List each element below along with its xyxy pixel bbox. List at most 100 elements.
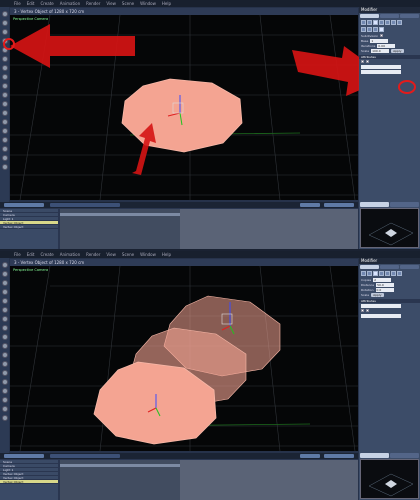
menu-animation[interactable]: Animation	[60, 251, 80, 258]
gear-icon[interactable]	[1, 262, 8, 268]
keyframe-bar[interactable]	[60, 213, 180, 216]
tool-icon[interactable]	[1, 406, 8, 412]
tool-icon[interactable]	[1, 101, 8, 107]
timeline-ruler[interactable]	[50, 203, 120, 207]
value-field[interactable]: 50.0	[376, 282, 395, 287]
tool-icon[interactable]	[1, 397, 8, 403]
timeline-track[interactable]	[60, 460, 358, 500]
menu-create[interactable]: Create	[40, 0, 53, 7]
list-item[interactable]: Vertex Object	[0, 225, 58, 229]
tool-icon[interactable]	[1, 155, 8, 161]
tool-icon[interactable]	[1, 164, 8, 170]
tool-icon[interactable]	[1, 137, 8, 143]
row-checkbox[interactable]	[361, 60, 364, 63]
rotate-icon[interactable]	[1, 280, 8, 286]
value-field[interactable]: 0.0	[375, 287, 394, 292]
menu-file[interactable]: File	[14, 251, 21, 258]
tab-material[interactable]	[380, 265, 399, 269]
modifier-icon[interactable]	[385, 20, 390, 25]
tab-render[interactable]	[390, 453, 419, 458]
tool-icon[interactable]	[1, 334, 8, 340]
row-checkbox[interactable]	[366, 309, 369, 312]
scale-icon[interactable]	[1, 289, 8, 295]
menu-file[interactable]: File	[14, 0, 21, 7]
value-field[interactable]: 1	[370, 38, 389, 43]
modifier-icon[interactable]	[379, 27, 384, 32]
tab-render[interactable]	[390, 202, 419, 207]
tool-icon[interactable]	[1, 316, 8, 322]
modifier-icon[interactable]	[391, 271, 396, 276]
modifier-icon[interactable]	[367, 27, 372, 32]
tool-icon[interactable]	[1, 388, 8, 394]
light-icon[interactable]	[1, 307, 8, 313]
timeline-ruler[interactable]	[50, 454, 120, 458]
timeline-time-field[interactable]	[324, 454, 354, 458]
menu-help[interactable]: Help	[162, 0, 171, 7]
modifier-icon[interactable]	[373, 27, 378, 32]
tool-icon[interactable]	[1, 92, 8, 98]
modifier-icon[interactable]	[397, 271, 402, 276]
tab-object[interactable]	[360, 265, 379, 269]
modifier-icon[interactable]	[367, 20, 372, 25]
value-field[interactable]: 0.00	[377, 43, 396, 48]
modifier-icon[interactable]	[379, 20, 384, 25]
menu-render[interactable]: Render	[86, 251, 100, 258]
modifier-icon[interactable]	[361, 27, 366, 32]
modifier-icon[interactable]	[397, 20, 402, 25]
modifier-icon[interactable]	[361, 271, 366, 276]
preview-window[interactable]	[360, 208, 419, 248]
tool-icon[interactable]	[1, 361, 8, 367]
menu-view[interactable]: View	[106, 251, 116, 258]
modifier-icon[interactable]	[367, 271, 372, 276]
tool-icon[interactable]	[1, 325, 8, 331]
keyframe-bar[interactable]	[60, 464, 180, 467]
timeline-zoom[interactable]	[300, 203, 320, 207]
row-checkbox[interactable]	[361, 309, 364, 312]
tool-icon[interactable]	[1, 119, 8, 125]
transport-controls[interactable]	[4, 454, 44, 458]
move-icon[interactable]	[1, 271, 8, 277]
slider-field[interactable]	[361, 69, 401, 74]
apply-button[interactable]: Apply	[371, 292, 384, 297]
row-checkbox[interactable]	[366, 60, 369, 63]
menu-window[interactable]: Window	[140, 0, 156, 7]
slider-field[interactable]	[361, 313, 401, 318]
tool-icon[interactable]	[1, 379, 8, 385]
tab-preview[interactable]	[360, 202, 389, 207]
menu-view[interactable]: View	[106, 0, 116, 7]
modifier-icon[interactable]	[385, 271, 390, 276]
tool-icon[interactable]	[1, 146, 8, 152]
menu-scene[interactable]: Scene	[122, 0, 134, 7]
menu-scene[interactable]: Scene	[122, 251, 134, 258]
row-checkbox[interactable]	[380, 34, 384, 37]
tab-modifier[interactable]	[400, 265, 419, 269]
3d-viewport[interactable]: Perspective Camera	[10, 266, 358, 451]
timeline-zoom[interactable]	[300, 454, 320, 458]
tool-icon[interactable]	[1, 352, 8, 358]
tool-icon[interactable]	[1, 370, 8, 376]
tool-icon[interactable]	[1, 415, 8, 421]
menu-edit[interactable]: Edit	[27, 0, 35, 7]
tool-icon[interactable]	[1, 128, 8, 134]
value-field[interactable]: 100.0	[371, 48, 390, 53]
tab-modifier[interactable]	[400, 14, 419, 18]
preview-window[interactable]	[360, 459, 419, 499]
tool-icon[interactable]	[1, 343, 8, 349]
camera-icon[interactable]	[1, 298, 8, 304]
timeline-time-field[interactable]	[324, 203, 354, 207]
menu-window[interactable]: Window	[140, 251, 156, 258]
apply-button[interactable]: Apply	[391, 48, 404, 53]
menu-edit[interactable]: Edit	[27, 251, 35, 258]
menu-help[interactable]: Help	[162, 251, 171, 258]
gear-icon[interactable]	[1, 11, 8, 17]
tab-object[interactable]	[360, 14, 379, 18]
menu-render[interactable]: Render	[86, 0, 100, 7]
tool-icon[interactable]	[1, 110, 8, 116]
timeline-track[interactable]	[60, 209, 358, 249]
modifier-icon[interactable]	[391, 20, 396, 25]
tab-preview[interactable]	[360, 453, 389, 458]
slider-field[interactable]	[361, 303, 401, 308]
menu-create[interactable]: Create	[40, 251, 53, 258]
transport-controls[interactable]	[4, 203, 44, 207]
tab-material[interactable]	[380, 14, 399, 18]
